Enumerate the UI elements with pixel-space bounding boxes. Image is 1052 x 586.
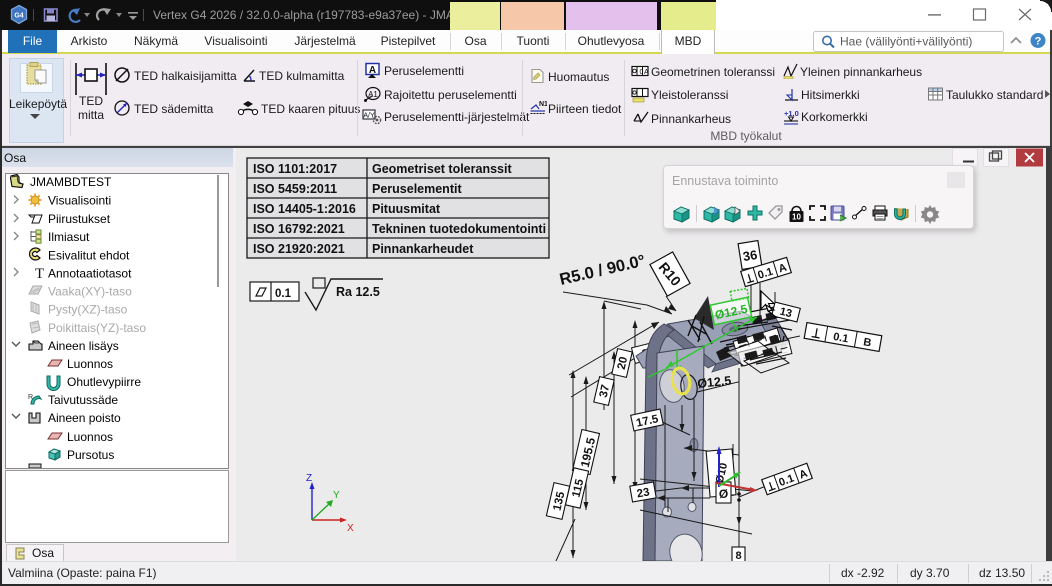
svg-text:36: 36 <box>742 247 759 264</box>
svg-text:Ra 12.5: Ra 12.5 <box>336 285 380 299</box>
svg-text:ISO 1101:2017: ISO 1101:2017 <box>253 162 337 176</box>
svg-text:Esivalitut ehdot: Esivalitut ehdot <box>48 249 130 263</box>
svg-text:Annotaatiotasot: Annotaatiotasot <box>48 267 132 281</box>
svg-text:Y: Y <box>333 490 340 501</box>
svg-text:Visualisointi: Visualisointi <box>48 194 111 208</box>
svg-text:8: 8 <box>735 550 741 561</box>
svg-text:Ilmiasut: Ilmiasut <box>48 230 90 244</box>
svg-text:ISO 5459:2011: ISO 5459:2011 <box>253 182 337 196</box>
svg-text:T: T <box>35 266 44 282</box>
svg-text:Peruselementit: Peruselementit <box>372 182 462 196</box>
svg-text:Tekninen tuotedokumentointi: Tekninen tuotedokumentointi <box>372 222 546 236</box>
svg-text:ISO 16792:2021: ISO 16792:2021 <box>253 222 345 236</box>
svg-text:10: 10 <box>792 213 801 222</box>
svg-text:Ohutlevypiirre: Ohutlevypiirre <box>67 375 141 389</box>
svg-text:Taivutussäde: Taivutussäde <box>48 393 118 407</box>
svg-text:23: 23 <box>636 486 651 500</box>
svg-text:Z: Z <box>306 473 312 484</box>
svg-text:Piirustukset: Piirustukset <box>48 212 111 226</box>
svg-text:Pinnankarheudet: Pinnankarheudet <box>372 242 474 256</box>
svg-text:Ø12.5: Ø12.5 <box>697 374 732 391</box>
svg-text:G4: G4 <box>14 13 23 20</box>
svg-text:ISO 14405-1:2016: ISO 14405-1:2016 <box>253 202 356 216</box>
svg-text:Aineen poisto: Aineen poisto <box>48 411 121 425</box>
svg-text:Geometriset toleranssit: Geometriset toleranssit <box>372 162 512 176</box>
svg-text:0: 0 <box>640 69 644 76</box>
svg-text:ISO 21920:2021: ISO 21920:2021 <box>253 242 345 256</box>
svg-text:Vaaka(XY)-taso: Vaaka(XY)-taso <box>48 285 132 299</box>
svg-text:A: A <box>644 69 649 76</box>
svg-text:Poikittais(YZ)-taso: Poikittais(YZ)-taso <box>48 321 146 335</box>
svg-text:Aineen lisäys: Aineen lisäys <box>48 339 119 353</box>
svg-text:Pysty(XZ)-taso: Pysty(XZ)-taso <box>48 303 128 317</box>
svg-text:R5.0 / 90.0°: R5.0 / 90.0° <box>558 252 647 289</box>
svg-text:0.1: 0.1 <box>275 288 292 300</box>
svg-text:?: ? <box>1035 36 1042 48</box>
svg-text:Ø: Ø <box>719 487 728 501</box>
svg-text:Luonnos: Luonnos <box>67 430 113 444</box>
svg-text:X: X <box>347 523 354 534</box>
svg-text:N1: N1 <box>539 101 547 108</box>
svg-text:Pursotus: Pursotus <box>67 448 114 462</box>
svg-text:Luonnos: Luonnos <box>67 357 113 371</box>
svg-text:JMAMBDTEST: JMAMBDTEST <box>30 175 112 189</box>
svg-text:Pituusmitat: Pituusmitat <box>372 202 441 216</box>
svg-text:Hae (välilyönti+välilyönti): Hae (välilyönti+välilyönti) <box>840 35 972 49</box>
svg-text:A: A <box>369 65 376 76</box>
